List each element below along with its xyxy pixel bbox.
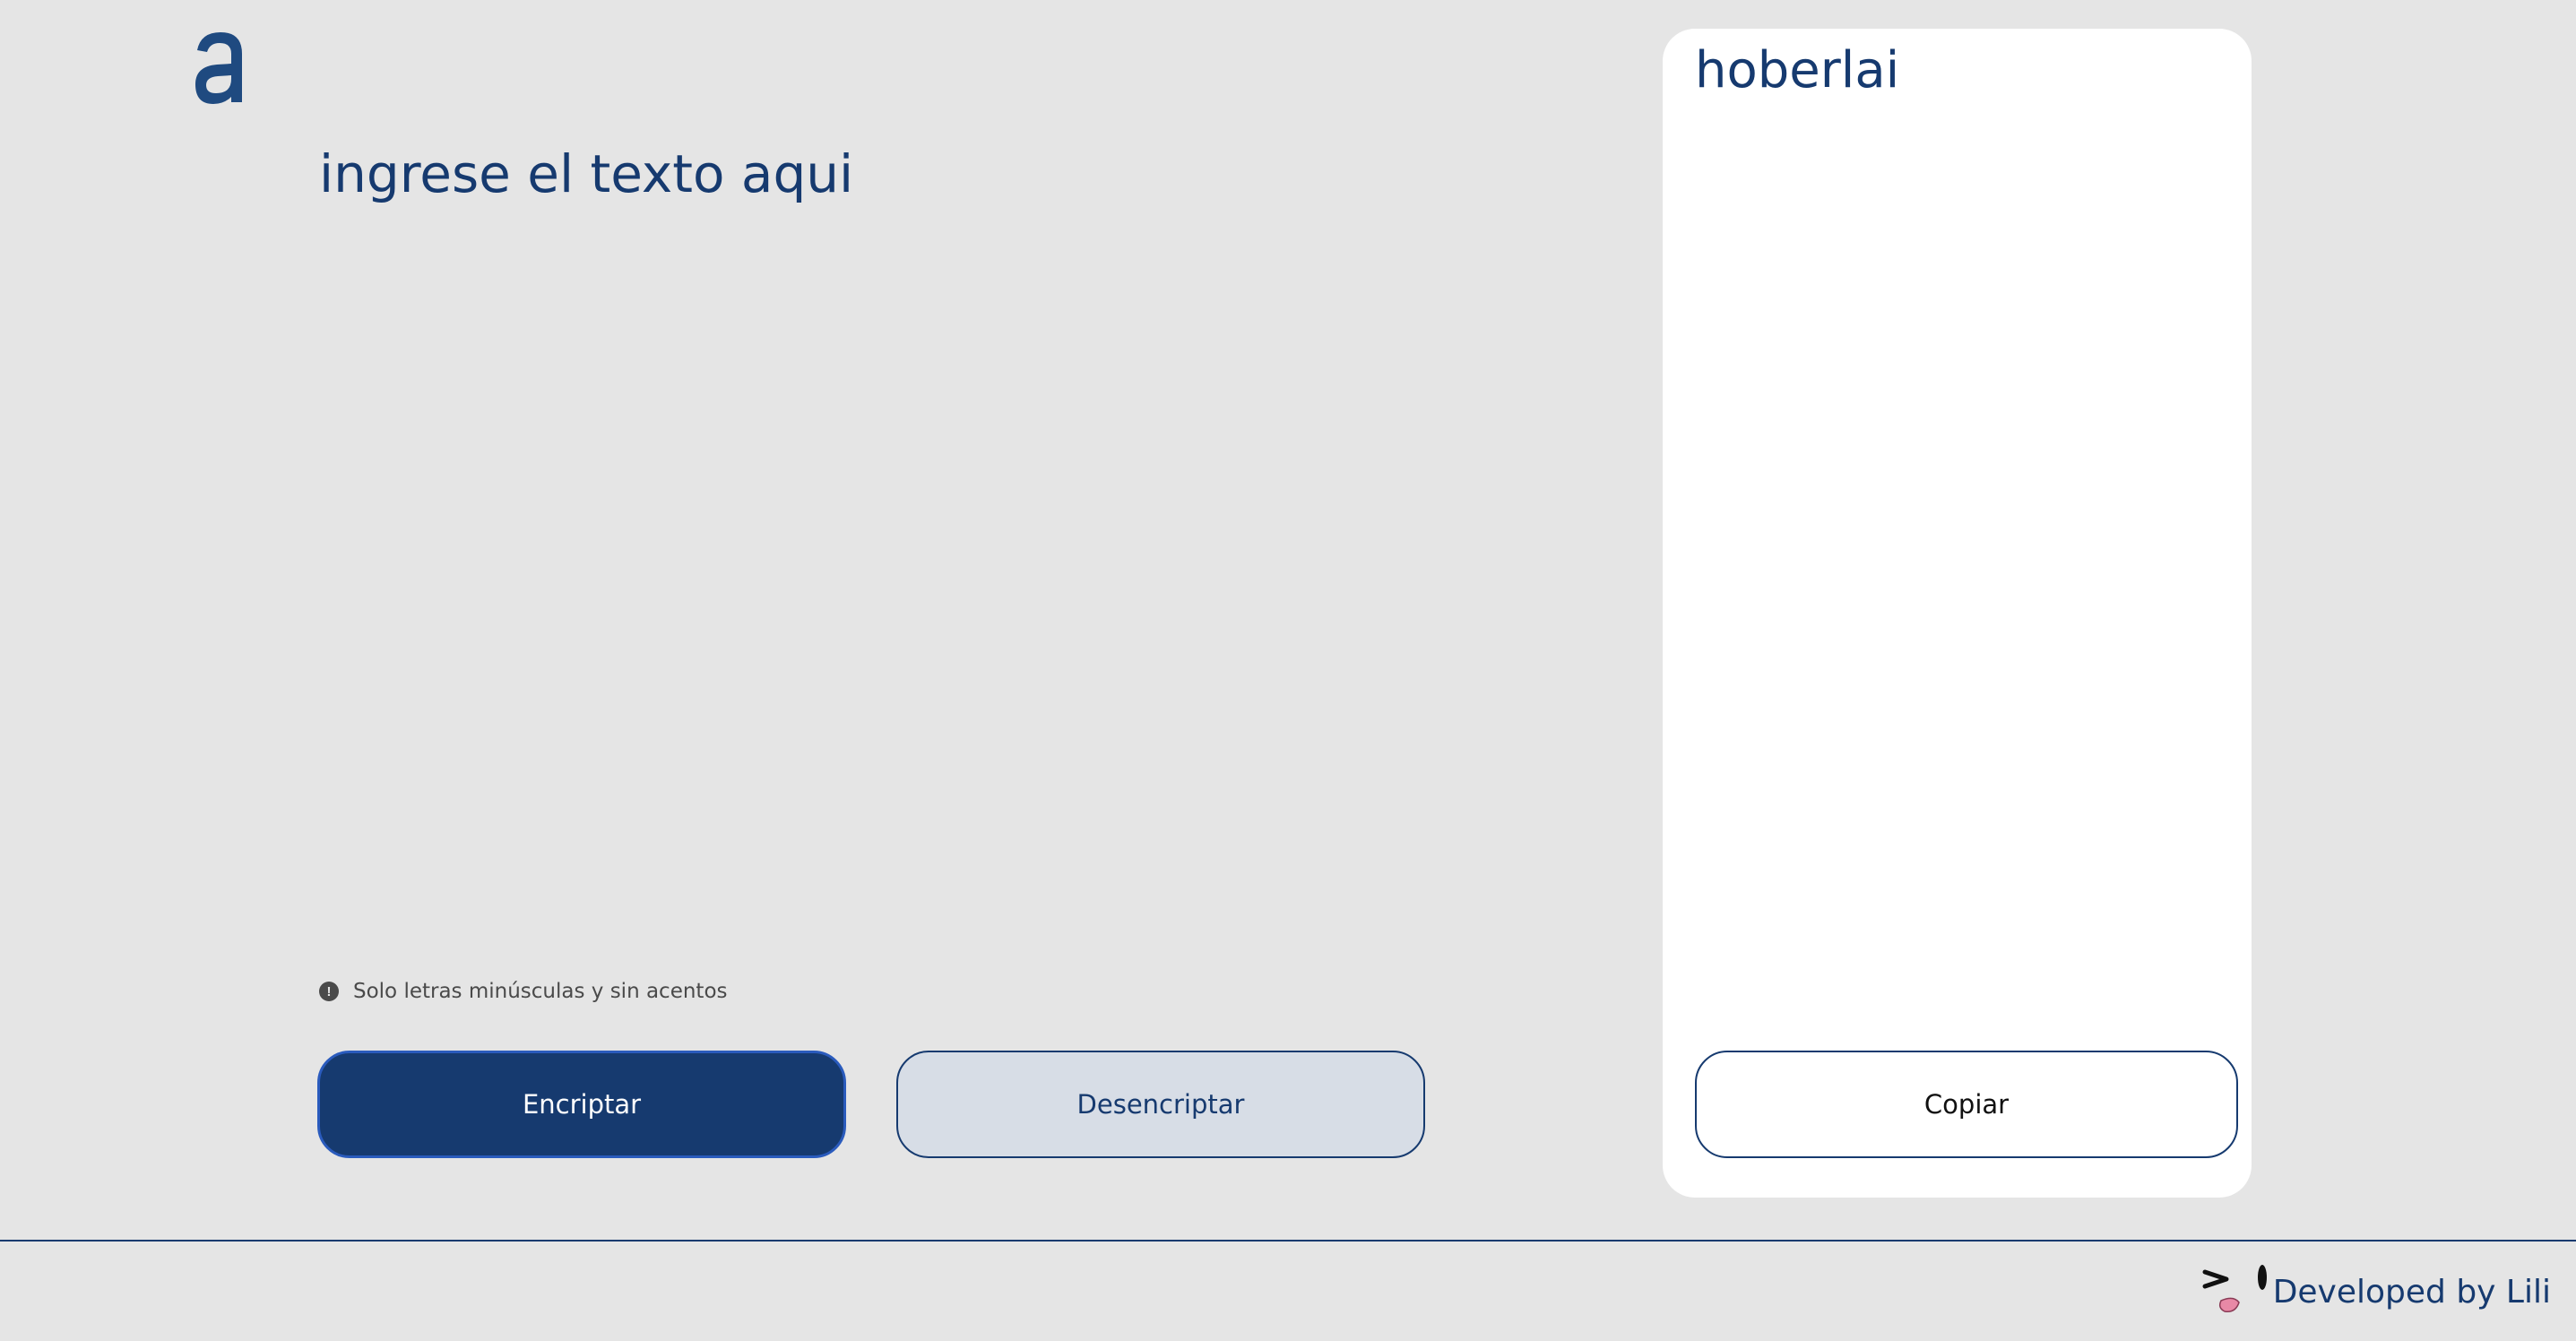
encrypt-button[interactable]: Encriptar <box>317 1051 846 1158</box>
alura-logo-icon <box>190 27 249 108</box>
hint-text: Solo letras minúsculas y sin acentos <box>353 980 728 1003</box>
decrypt-button[interactable]: Desencriptar <box>896 1051 1425 1158</box>
copy-button[interactable]: Copiar <box>1695 1051 2238 1158</box>
winking-face-icon <box>2200 1261 2271 1320</box>
developer-credit: Developed by Lili <box>2272 1274 2551 1311</box>
result-panel: hoberlai Copiar <box>1663 29 2252 1198</box>
input-hint: ! Solo letras minúsculas y sin acentos <box>319 980 728 1003</box>
footer: Developed by Lili <box>0 1240 2576 1341</box>
info-icon: ! <box>319 982 339 1001</box>
text-input[interactable] <box>319 143 1431 950</box>
result-text: hoberlai <box>1695 41 1900 99</box>
